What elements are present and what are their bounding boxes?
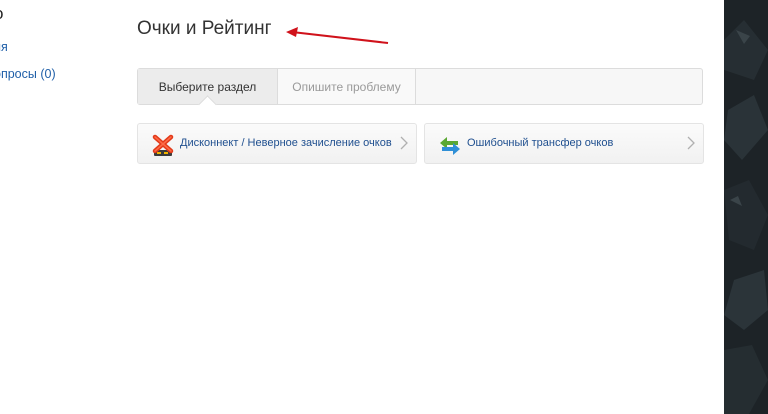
- tab-select-section[interactable]: Выберите раздел: [138, 69, 278, 114]
- tab-describe-problem[interactable]: Опишите проблему: [278, 69, 416, 104]
- sidebar-link-questions[interactable]: опросы (0): [0, 67, 56, 81]
- card-wrong-transfer-label: Ошибочный трансфер очков: [467, 137, 614, 149]
- card-disconnect[interactable]: Дисконнект / Неверное зачисление очков: [137, 123, 417, 164]
- sidebar-link[interactable]: ия: [0, 40, 8, 54]
- tab-describe-problem-label: Опишите проблему: [292, 80, 401, 94]
- annotation-arrow-icon: [286, 27, 389, 44]
- chevron-right-icon: [687, 136, 695, 150]
- transfer-arrows-icon: [440, 137, 460, 155]
- card-wrong-transfer[interactable]: Ошибочный трансфер очков: [424, 123, 704, 164]
- page-title: Очки и Рейтинг: [137, 18, 272, 39]
- sidebar-heading: о: [0, 4, 3, 24]
- disconnect-red-x-icon: [152, 134, 174, 156]
- card-disconnect-label: Дисконнект / Неверное зачисление очков: [180, 137, 392, 149]
- chevron-right-icon: [400, 136, 408, 150]
- background-artwork: [724, 0, 768, 414]
- left-sidebar: о ия опросы (0): [0, 0, 120, 414]
- active-tab-pointer: [198, 95, 217, 114]
- tab-select-section-label: Выберите раздел: [158, 80, 257, 94]
- section-tabs: Выберите раздел Опишите проблему: [137, 68, 703, 114]
